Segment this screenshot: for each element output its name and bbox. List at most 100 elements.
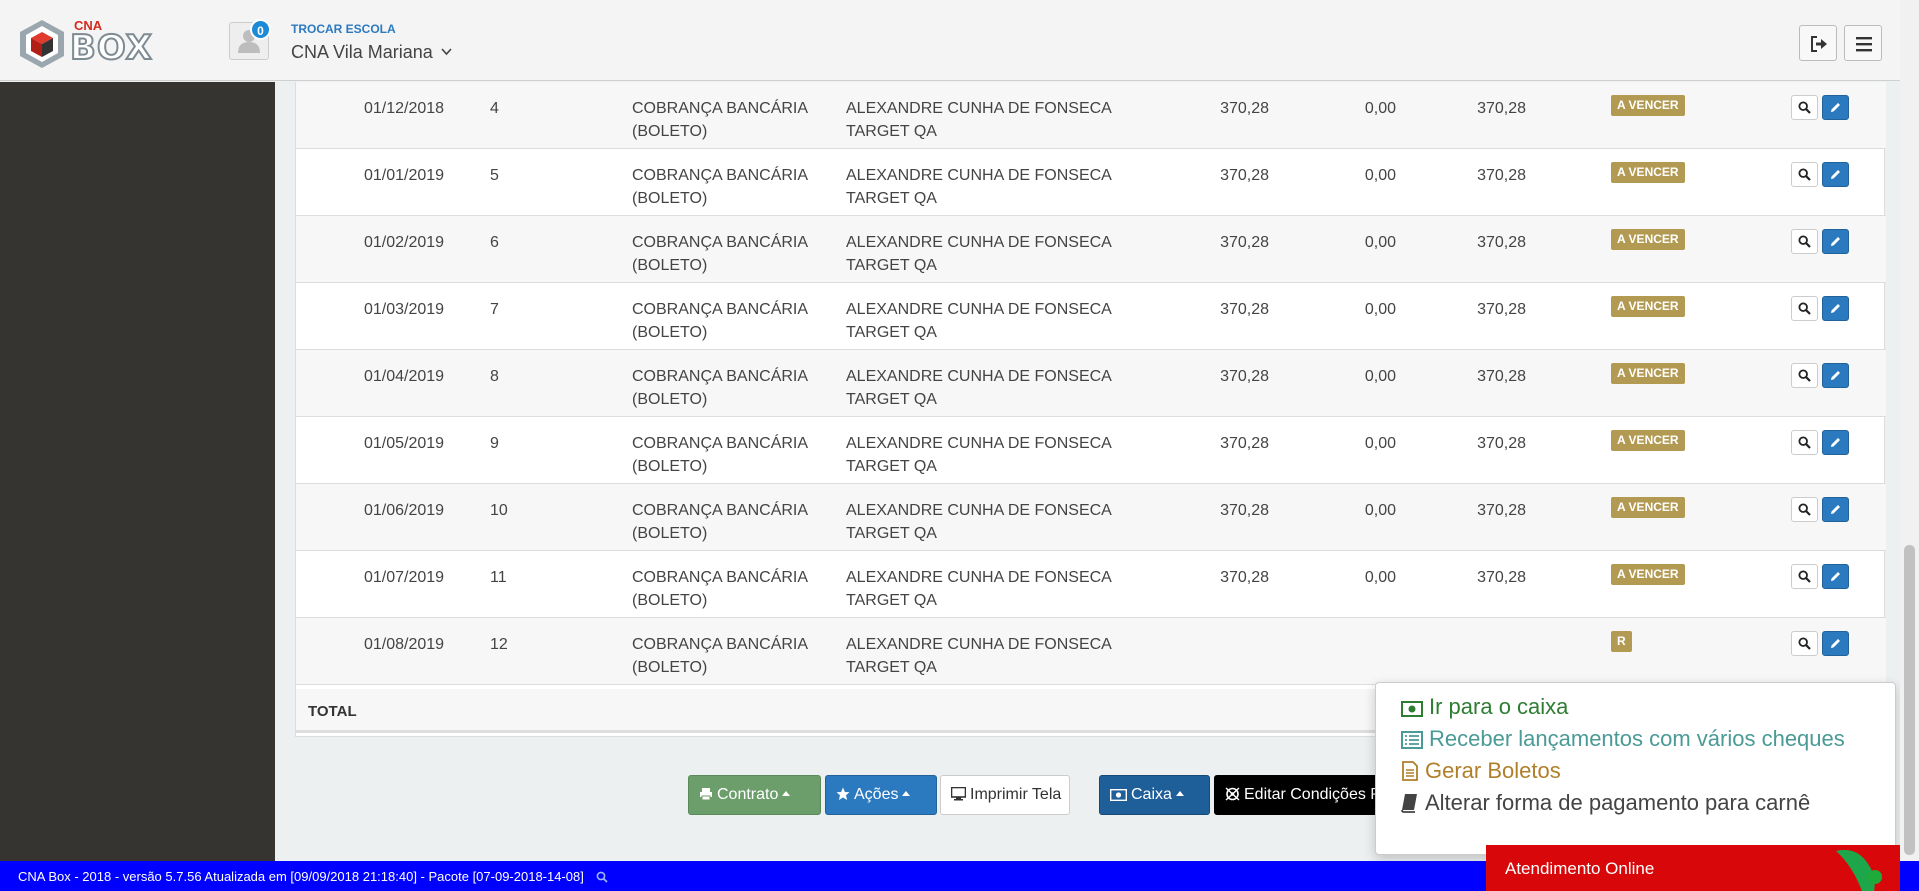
edit-button[interactable] xyxy=(1822,497,1849,522)
status-badge: A VENCER xyxy=(1611,162,1685,183)
due-date: 01/06/2019 xyxy=(364,502,445,519)
installment-number: 6 xyxy=(490,234,499,251)
payment-type-line2: (BOLETO) xyxy=(632,659,708,676)
pencil-icon xyxy=(1831,505,1840,514)
print-screen-button[interactable]: Imprimir Tela xyxy=(940,775,1070,815)
view-button[interactable] xyxy=(1791,497,1818,522)
installments-table: 01/12/2018 4 COBRANÇA BANCÁRIA (BOLETO) ALEX… xyxy=(295,82,1886,737)
due-date: 01/04/2019 xyxy=(364,368,445,385)
go-to-cashier-item[interactable]: Ir para o caixa xyxy=(1401,692,1568,722)
status-badge: R xyxy=(1611,631,1632,652)
change-to-carne-item[interactable]: Alterar forma de pagamento para carnê xyxy=(1401,788,1810,818)
amount-value: 370,28 xyxy=(1220,435,1269,452)
scrollbar-thumb[interactable] xyxy=(1904,545,1915,855)
installment-number: 7 xyxy=(490,301,499,318)
payer-name: ALEXANDRE CUNHA DE FONSECA TARGET QA xyxy=(846,499,1146,545)
total-label: TOTAL xyxy=(308,703,357,720)
table-row: 01/03/2019 7 COBRANÇA BANCÁRIA (BOLETO) ALEX… xyxy=(296,283,1886,350)
hamburger-icon xyxy=(1856,37,1872,52)
edit-button[interactable] xyxy=(1822,95,1849,120)
switch-school-link[interactable]: TROCAR ESCOLA xyxy=(291,22,396,36)
book-icon xyxy=(1401,790,1425,815)
search-icon xyxy=(1798,570,1811,583)
caixa-button[interactable]: Caixa xyxy=(1099,775,1210,815)
menu-item-label: Receber lançamentos com vários cheques xyxy=(1429,726,1845,751)
payment-type-line1: COBRANÇA BANCÁRIA xyxy=(632,435,809,452)
amount-value: 370,28 xyxy=(1220,100,1269,117)
menu-button[interactable] xyxy=(1844,25,1882,61)
discount-value: 0,00 xyxy=(1364,435,1396,452)
view-button[interactable] xyxy=(1791,296,1818,321)
payer-name: ALEXANDRE CUNHA DE FONSECA TARGET QA xyxy=(846,365,1146,411)
edit-button[interactable] xyxy=(1822,162,1849,187)
edit-button[interactable] xyxy=(1822,564,1849,589)
receive-multiple-cheques-item[interactable]: Receber lançamentos com vários cheques xyxy=(1401,724,1845,754)
view-button[interactable] xyxy=(1791,430,1818,455)
installment-number: 8 xyxy=(490,368,499,385)
payer-name: ALEXANDRE CUNHA DE FONSECA TARGET QA xyxy=(846,432,1146,478)
payer-name-line1: ALEXANDRE CUNHA DE FONSECA xyxy=(846,435,1112,452)
total-value: 370,28 xyxy=(1477,502,1526,519)
search-icon[interactable] xyxy=(596,871,608,883)
print-screen-label: Imprimir Tela xyxy=(970,786,1062,803)
payer-name: ALEXANDRE CUNHA DE FONSECA TARGET QA xyxy=(846,633,1146,679)
search-icon xyxy=(1798,503,1811,516)
discount-value: 0,00 xyxy=(1364,569,1396,586)
edit-button[interactable] xyxy=(1822,430,1849,455)
amount-value: 370,28 xyxy=(1220,368,1269,385)
discount-value: 0,00 xyxy=(1364,368,1396,385)
payment-type-line2: (BOLETO) xyxy=(632,592,708,609)
payer-name-line2: TARGET QA xyxy=(846,659,937,676)
contrato-button[interactable]: Contrato xyxy=(688,775,821,815)
page-scrollbar[interactable] xyxy=(1900,0,1919,861)
view-button[interactable] xyxy=(1791,229,1818,254)
view-button[interactable] xyxy=(1791,564,1818,589)
pencil-icon xyxy=(1831,438,1840,447)
payer-name: ALEXANDRE CUNHA DE FONSECA TARGET QA xyxy=(846,298,1146,344)
edit-button[interactable] xyxy=(1822,631,1849,656)
top-bar: CNA BOX 0 TROCAR ESCOLA CNA Vila Mariana xyxy=(0,0,1900,81)
installment-number: 11 xyxy=(490,569,507,586)
installment-number: 10 xyxy=(490,502,508,519)
desktop-icon xyxy=(950,786,967,801)
edit-button[interactable] xyxy=(1822,296,1849,321)
search-icon xyxy=(1798,302,1811,315)
notification-badge[interactable]: 0 xyxy=(250,19,271,40)
view-button[interactable] xyxy=(1791,162,1818,187)
payment-type: COBRANÇA BANCÁRIA (BOLETO) xyxy=(632,432,832,478)
view-button[interactable] xyxy=(1791,631,1818,656)
version-text: CNA Box - 2018 - versão 5.7.56 Atualizad… xyxy=(18,869,584,884)
discount-value: 0,00 xyxy=(1364,234,1396,251)
edit-button[interactable] xyxy=(1822,363,1849,388)
edit-button[interactable] xyxy=(1822,229,1849,254)
amount-value: 370,28 xyxy=(1220,301,1269,318)
search-icon xyxy=(1798,369,1811,382)
payer-name-line1: ALEXANDRE CUNHA DE FONSECA xyxy=(846,301,1112,318)
cna-box-logo[interactable]: CNA BOX xyxy=(16,16,156,72)
star-icon xyxy=(836,787,850,800)
menu-item-label: Alterar forma de pagamento para carnê xyxy=(1425,790,1811,815)
payment-type-line2: (BOLETO) xyxy=(632,391,708,408)
payer-name-line2: TARGET QA xyxy=(846,257,937,274)
view-button[interactable] xyxy=(1791,363,1818,388)
table-row: 01/06/2019 10 COBRANÇA BANCÁRIA (BOLETO) ALE… xyxy=(296,484,1886,551)
table-row: 01/04/2019 8 COBRANÇA BANCÁRIA (BOLETO) ALEX… xyxy=(296,350,1886,417)
status-badge: A VENCER xyxy=(1611,430,1685,451)
logout-button[interactable] xyxy=(1799,25,1837,61)
payer-name-line2: TARGET QA xyxy=(846,324,937,341)
acoes-button[interactable]: Ações xyxy=(825,775,937,815)
view-button[interactable] xyxy=(1791,95,1818,120)
payment-type: COBRANÇA BANCÁRIA (BOLETO) xyxy=(632,97,832,143)
status-badge: A VENCER xyxy=(1611,296,1685,317)
search-icon xyxy=(1798,235,1811,248)
payment-type-line1: COBRANÇA BANCÁRIA xyxy=(632,368,809,385)
status-badge: A VENCER xyxy=(1611,564,1685,585)
school-selector[interactable]: CNA Vila Mariana xyxy=(291,42,452,63)
online-support-widget[interactable]: Atendimento Online xyxy=(1486,845,1900,891)
caixa-label: Caixa xyxy=(1131,786,1172,803)
installment-number: 4 xyxy=(490,100,499,117)
brand-main-text: BOX xyxy=(69,27,153,69)
search-icon xyxy=(1798,168,1811,181)
generate-boletos-item[interactable]: Gerar Boletos xyxy=(1401,756,1561,786)
pencil-icon xyxy=(1831,237,1840,246)
